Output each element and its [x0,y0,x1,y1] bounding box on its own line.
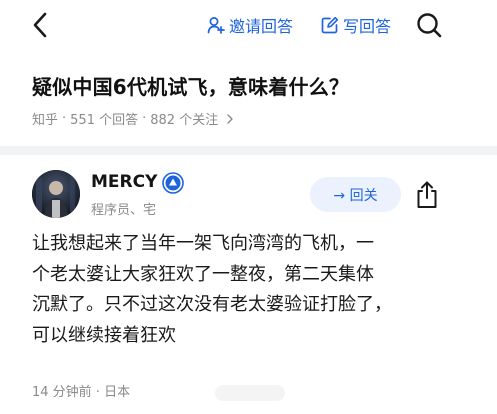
verified-badge-icon [162,172,184,194]
watermark [215,385,285,401]
share-icon [417,181,437,208]
search-icon [417,13,442,38]
person-plus-icon [207,17,225,34]
write-answer-button[interactable]: 写回答 [321,14,391,36]
question-title[interactable]: 疑似中国6代机试飞，意味着什么？ [32,71,349,100]
followers-count: 882 个关注 [150,113,219,128]
meta-separator: · [62,111,67,126]
back-arrow-icon [33,12,47,38]
answer-content[interactable]: 让我想起来了当年一架飞向湾湾的飞机，一 个老太婆让大家狂欢了一整夜，第二天集体 … [32,229,472,351]
answer-time-location: 14 分钟前 · 日本 [32,385,131,400]
avatar-image [32,170,80,218]
question-meta[interactable]: 知乎 · 551 个回答 · 882 个关注 [32,109,235,128]
answer-line: 可以继续接着狂欢 [32,324,176,346]
answer-line: 让我想起来了当年一架飞向湾湾的飞机，一 [32,233,374,254]
chevron-right-icon [227,113,233,124]
back-button[interactable] [26,10,56,40]
answer-line: 沉默了。只不过这次没有老太婆验证打脸了， [32,294,392,315]
answer-line: 个老太婆让大家狂欢了一整夜，第二天集体 [32,263,374,285]
search-button[interactable] [415,11,443,39]
invite-answer-label: 邀请回答 [229,17,294,36]
avatar[interactable] [32,170,80,218]
author-bio: 程序员、宅 [91,203,157,218]
follow-back-button[interactable]: → 回关 [310,177,401,212]
invite-answer-button[interactable]: 邀请回答 [207,14,293,36]
author-name[interactable]: MERCY [91,172,157,192]
source-label: 知乎 [32,113,59,128]
share-button[interactable] [414,180,440,210]
write-answer-label: 写回答 [343,17,392,36]
verified-badge [162,172,184,194]
meta-separator: · [142,111,147,126]
answers-count: 551 个回答 [70,113,139,128]
edit-icon [321,16,339,34]
section-divider [0,146,497,155]
